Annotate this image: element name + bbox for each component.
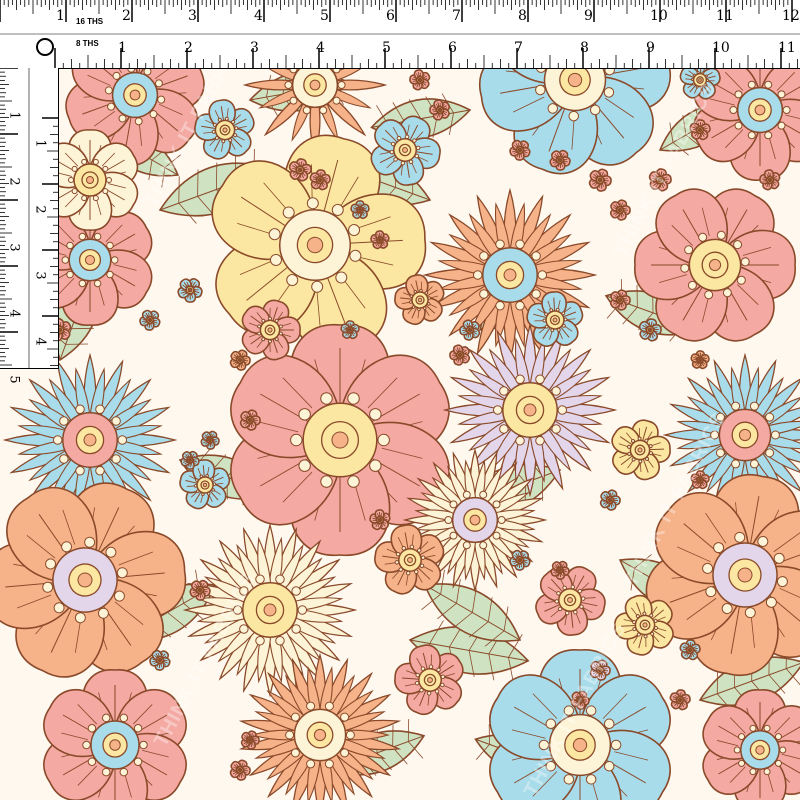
ruler-top: 16 THS 8 THS 1 2 3 4 5 6 7 8 9 10 11 12 1 2 3 4 5 6 7 8 9 10… — [0, 0, 800, 69]
ruler-top-inch-label: 8 — [518, 8, 527, 24]
ruler-left-inch-label: 1 — [6, 111, 22, 120]
ruler-top-ticks — [0, 0, 800, 68]
ruler-top-inch-label: 1 — [56, 8, 65, 24]
ruler-top-inch-label: 7 — [452, 8, 461, 24]
ruler-left-inch-label: 2 — [6, 177, 22, 186]
ruler-top-inch-label: 12 — [782, 8, 800, 24]
ruler-bottom-inch-label: 6 — [448, 40, 457, 56]
ruler-top-inch-label: 9 — [584, 8, 593, 24]
ruler-top-inch-label: 11 — [716, 8, 734, 24]
ruler-left: 1 2 3 4 5 1 2 3 4 — [0, 68, 59, 384]
ruler-left-inch-label: 1 — [32, 139, 48, 148]
ruler-top-inch-label: 3 — [188, 8, 197, 24]
ruler-bottom-inch-label: 1 — [118, 40, 127, 56]
ruler-bottom-inch-label: 9 — [646, 40, 655, 56]
ruler-left-inch-label: 3 — [6, 243, 22, 252]
ruler-unit-label-8ths: 8 THS — [76, 39, 99, 48]
ruler-bottom-inch-label: 10 — [712, 40, 730, 56]
ruler-unit-label-16ths: 16 THS — [76, 17, 104, 26]
ruler-bottom-inch-label: 11 — [778, 40, 796, 56]
ruler-top-inch-label: 10 — [650, 8, 668, 24]
ruler-top-inch-label: 5 — [320, 8, 329, 24]
ruler-top-inch-label: 4 — [254, 8, 263, 24]
ruler-left-inch-label: 3 — [32, 271, 48, 280]
ruler-bottom-inch-label: 3 — [250, 40, 259, 56]
ruler-bottom-inch-label: 8 — [580, 40, 589, 56]
ruler-bottom-inch-label: 2 — [184, 40, 193, 56]
ruler-bottom-inch-label: 5 — [382, 40, 391, 56]
ruler-left-inch-label: 2 — [32, 205, 48, 214]
floral-fabric-pattern — [0, 0, 800, 800]
ruler-left-inch-label: 4 — [32, 337, 48, 346]
ruler-bottom-inch-label: 7 — [514, 40, 523, 56]
ruler-left-inch-label: 4 — [6, 309, 22, 318]
ruler-left-inch-label: 5 — [6, 375, 22, 384]
ruler-hole-icon — [36, 38, 54, 56]
ruler-top-inch-label: 2 — [122, 8, 131, 24]
ruler-top-inch-label: 6 — [386, 8, 395, 24]
ruler-bottom-inch-label: 4 — [316, 40, 325, 56]
